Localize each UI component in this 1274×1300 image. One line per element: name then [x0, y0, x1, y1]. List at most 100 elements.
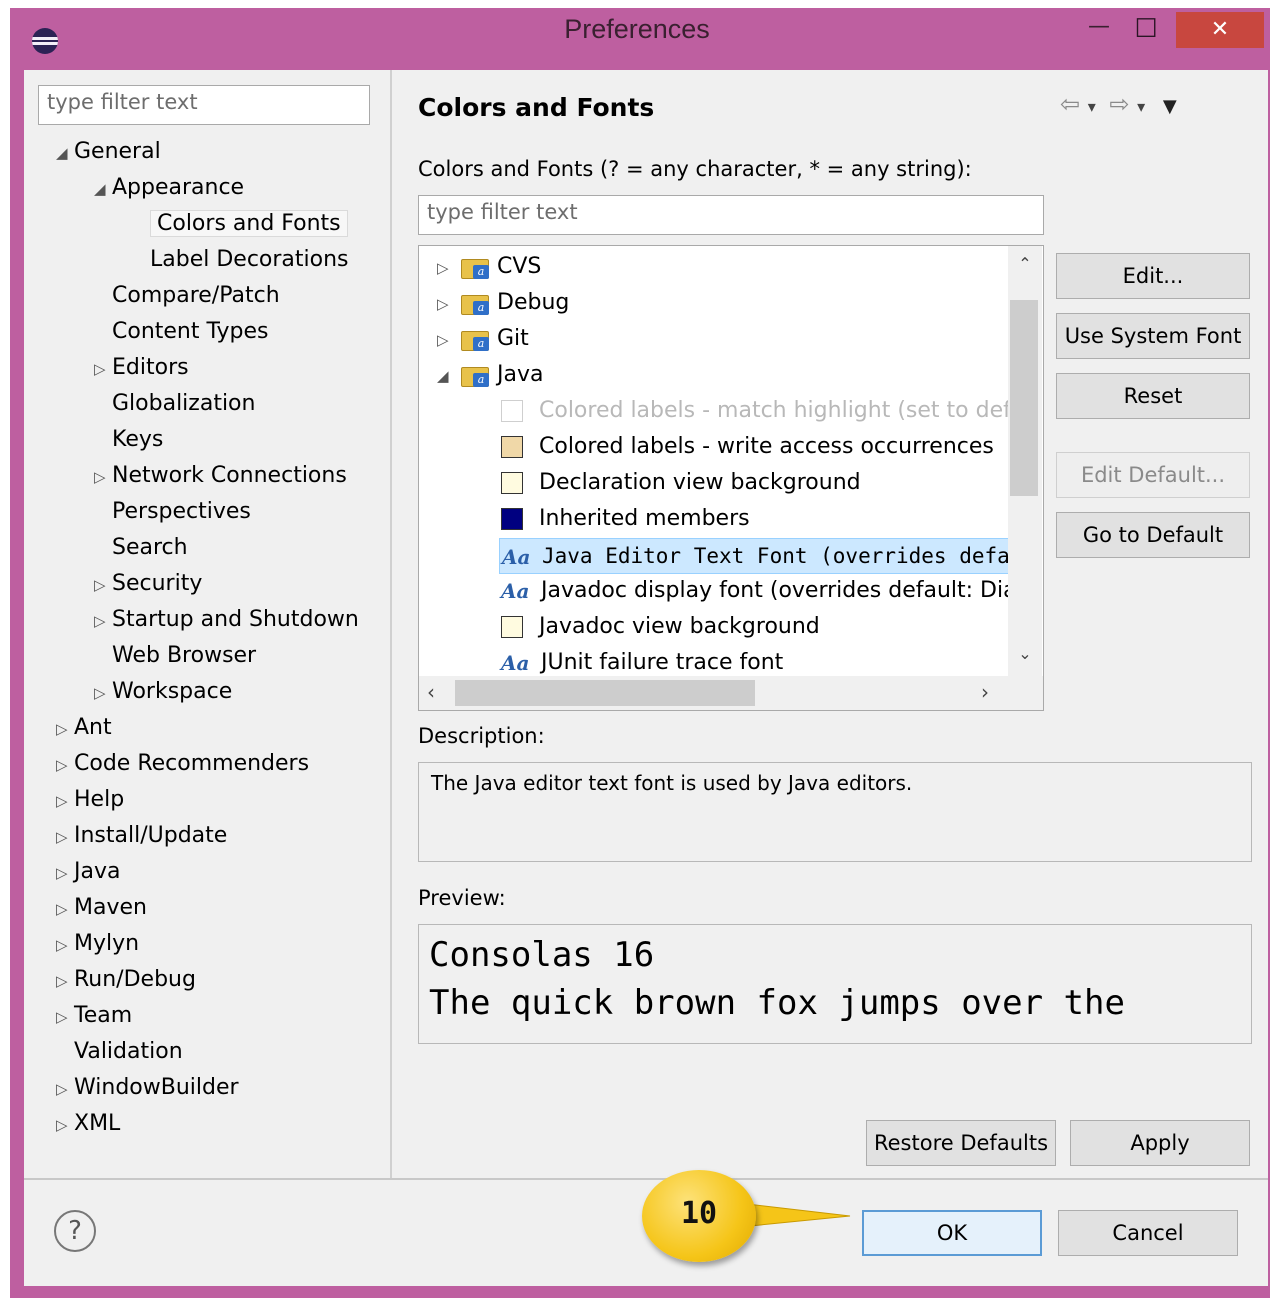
expand-arrow-icon[interactable]: ▷: [437, 251, 455, 285]
colors-tree-label: CVS: [497, 254, 542, 279]
tree-item[interactable]: ▷ Code Recommenders: [56, 747, 309, 781]
tree-item[interactable]: Web Browser: [94, 639, 256, 673]
colors-tree-row[interactable]: Inherited members: [501, 502, 750, 536]
vertical-scroll-thumb[interactable]: [1010, 300, 1038, 496]
go-to-default-button[interactable]: Go to Default: [1056, 512, 1250, 558]
help-icon[interactable]: ?: [54, 1210, 96, 1252]
colors-filter-input[interactable]: type filter text: [418, 195, 1044, 235]
use-system-font-button[interactable]: Use System Font: [1056, 313, 1250, 359]
tree-item[interactable]: ▷ Mylyn: [56, 927, 139, 961]
apply-button[interactable]: Apply: [1070, 1120, 1250, 1166]
expand-arrow-icon[interactable]: ▷: [94, 352, 112, 386]
back-arrow-icon[interactable]: ⇦: [1060, 90, 1080, 118]
scroll-right-icon[interactable]: ›: [981, 680, 989, 704]
collapse-arrow-icon[interactable]: ◢: [437, 359, 455, 393]
forward-menu-icon[interactable]: ▾: [1137, 97, 1145, 116]
forward-arrow-icon[interactable]: ⇨: [1109, 90, 1129, 118]
colors-tree-row[interactable]: Colored labels - write access occurrence…: [501, 430, 994, 464]
horizontal-scroll-thumb[interactable]: [455, 680, 755, 706]
tree-item-label: Validation: [74, 1039, 183, 1064]
panel-divider[interactable]: [390, 70, 392, 1180]
tree-item[interactable]: ▷ WindowBuilder: [56, 1071, 239, 1105]
tree-item[interactable]: ▷ Security: [94, 567, 202, 601]
tree-item[interactable]: Validation: [56, 1035, 183, 1069]
expand-arrow-icon[interactable]: ▷: [56, 748, 74, 782]
minimize-button[interactable]: —: [1080, 12, 1118, 48]
maximize-button[interactable]: ☐: [1124, 12, 1168, 48]
tree-item[interactable]: Globalization: [94, 387, 255, 421]
expand-arrow-icon[interactable]: ▷: [56, 856, 74, 890]
tree-item[interactable]: ▷ Startup and Shutdown: [94, 603, 359, 637]
footer-separator: [24, 1178, 1268, 1180]
scroll-left-icon[interactable]: ‹: [427, 680, 435, 704]
expand-arrow-icon[interactable]: ▷: [56, 892, 74, 926]
tree-item[interactable]: ◢ General: [56, 135, 161, 169]
expand-arrow-icon[interactable]: ▷: [56, 1000, 74, 1034]
expand-arrow-icon[interactable]: ▷: [94, 568, 112, 602]
tree-item[interactable]: ▷ Network Connections: [94, 459, 347, 493]
tree-item[interactable]: Keys: [94, 423, 163, 457]
expand-arrow-icon[interactable]: ▷: [56, 712, 74, 746]
colors-tree-row[interactable]: Aa Java Editor Text Font (overrides defau…: [499, 538, 1009, 574]
tree-item[interactable]: ▷ Install/Update: [56, 819, 227, 853]
colors-tree-row[interactable]: Colored labels - match highlight (set to…: [501, 394, 1009, 428]
expand-arrow-icon[interactable]: ▷: [437, 323, 455, 357]
restore-defaults-button[interactable]: Restore Defaults: [866, 1120, 1056, 1166]
tree-item[interactable]: ▷ Run/Debug: [56, 963, 196, 997]
close-button[interactable]: ✕: [1176, 12, 1264, 48]
tree-item-label: Workspace: [112, 679, 233, 704]
expand-arrow-icon[interactable]: ▷: [94, 676, 112, 710]
scroll-up-icon[interactable]: ⌃: [1008, 254, 1042, 273]
expand-arrow-icon[interactable]: ▷: [56, 820, 74, 854]
colors-tree-row[interactable]: Javadoc view background: [501, 610, 820, 644]
colors-tree-row[interactable]: Aa Javadoc display font (overrides defaul…: [501, 574, 1009, 608]
scroll-down-icon[interactable]: ⌄: [1008, 644, 1042, 663]
expand-arrow-icon[interactable]: ▷: [56, 784, 74, 818]
tree-item[interactable]: ▷ Help: [56, 783, 124, 817]
expand-arrow-icon[interactable]: ▷: [56, 928, 74, 962]
edit-default-button[interactable]: Edit Default...: [1056, 452, 1250, 498]
expand-arrow-icon[interactable]: ▷: [56, 1108, 74, 1142]
tree-item[interactable]: Perspectives: [94, 495, 251, 529]
expand-arrow-icon[interactable]: ▷: [56, 1072, 74, 1106]
back-menu-icon[interactable]: ▾: [1088, 97, 1096, 116]
collapse-arrow-icon[interactable]: ◢: [56, 136, 74, 170]
expand-arrow-icon[interactable]: ▷: [437, 287, 455, 321]
reset-button[interactable]: Reset: [1056, 373, 1250, 419]
tree-item[interactable]: Label Decorations: [132, 243, 349, 277]
tree-item[interactable]: Colors and Fonts: [132, 207, 348, 241]
colors-tree-row[interactable]: ◢ a Java: [437, 358, 543, 392]
cancel-button[interactable]: Cancel: [1058, 1210, 1238, 1256]
colors-tree-row[interactable]: ▷ a Git: [437, 322, 529, 356]
edit-button[interactable]: Edit...: [1056, 253, 1250, 299]
colors-fonts-tree[interactable]: ▷ a CVS ▷ a Debug ▷ a Git ◢ a Java Colored labels - …: [418, 245, 1044, 711]
tree-item[interactable]: Content Types: [94, 315, 268, 349]
close-icon: ✕: [1210, 17, 1230, 42]
tree-item-label: Team: [74, 1003, 133, 1028]
tree-item[interactable]: ▷ Workspace: [94, 675, 232, 709]
tree-item[interactable]: ▷ Java: [56, 855, 120, 889]
tree-item[interactable]: ▷ Maven: [56, 891, 147, 925]
view-menu-icon[interactable]: ▼: [1163, 96, 1177, 117]
colors-tree-row[interactable]: ▷ a CVS: [437, 250, 541, 284]
tree-item[interactable]: ◢ Appearance: [94, 171, 244, 205]
colors-tree-row[interactable]: Aa JUnit failure trace font: [501, 646, 783, 676]
tree-item[interactable]: ▷ Team: [56, 999, 132, 1033]
expand-arrow-icon[interactable]: ▷: [94, 460, 112, 494]
collapse-arrow-icon[interactable]: ◢: [94, 172, 112, 206]
tree-item[interactable]: Search: [94, 531, 188, 565]
expand-arrow-icon[interactable]: ▷: [56, 964, 74, 998]
colors-tree-row[interactable]: ▷ a Debug: [437, 286, 569, 320]
tree-item[interactable]: Compare/Patch: [94, 279, 280, 313]
tree-item[interactable]: ▷ Editors: [94, 351, 189, 385]
horizontal-scrollbar[interactable]: ‹ ›: [419, 676, 1043, 710]
tree-item-label: Install/Update: [74, 823, 228, 848]
tree-item[interactable]: ▷ XML: [56, 1107, 120, 1141]
tree-item[interactable]: ▷ Ant: [56, 711, 112, 745]
expand-arrow-icon[interactable]: ▷: [94, 604, 112, 638]
vertical-scrollbar[interactable]: ⌃ ⌄: [1008, 246, 1042, 676]
colors-tree-row[interactable]: Declaration view background: [501, 466, 861, 500]
tree-item-label: Keys: [112, 427, 164, 452]
colors-tree-label: Colored labels - match highlight (set to…: [539, 398, 1009, 423]
left-filter-input[interactable]: type filter text: [38, 85, 370, 125]
